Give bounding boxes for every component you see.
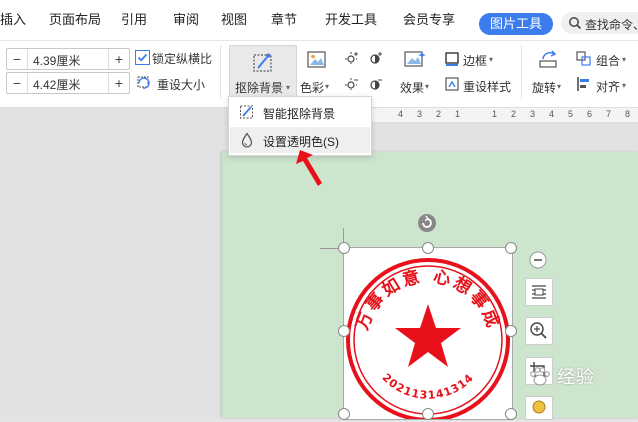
ribbon-separator xyxy=(220,45,221,99)
menu-item-smart-remove-background[interactable]: 智能抠除背景 xyxy=(230,99,370,125)
height-spinner[interactable]: − 4.42厘米 + xyxy=(6,72,130,94)
resize-handle-n[interactable] xyxy=(422,242,434,254)
chevron-down-icon: ▾ xyxy=(622,55,627,64)
reset-size-label[interactable]: 重设大小 xyxy=(157,76,205,93)
search-icon xyxy=(569,17,582,30)
reset-style-icon[interactable] xyxy=(444,76,460,92)
resize-handle-se[interactable] xyxy=(505,408,517,420)
remove-background-icon xyxy=(253,53,272,72)
reset-style-label[interactable]: 重设样式 xyxy=(463,78,511,95)
ruler-mark: 3 xyxy=(530,109,536,119)
group-icon[interactable] xyxy=(576,51,592,67)
ruler-mark: 6 xyxy=(587,109,593,119)
seal-star xyxy=(395,304,461,367)
chevron-down-icon: ▾ xyxy=(325,82,330,91)
baidu-paw-icon xyxy=(530,367,550,386)
layout-options-button[interactable] xyxy=(525,278,553,306)
collapse-toolbar-icon[interactable] xyxy=(529,251,547,269)
lock-ratio-label[interactable]: 锁定纵横比 xyxy=(152,50,212,67)
resize-handle-ne[interactable] xyxy=(505,242,517,254)
ruler-mark: 2 xyxy=(436,109,442,119)
resize-handle-w[interactable] xyxy=(338,325,350,337)
ruler-mark: 3 xyxy=(417,109,423,119)
image-ideas-button[interactable] xyxy=(525,396,553,420)
ruler-mark: 1 xyxy=(492,109,498,119)
chevron-down-icon: ▾ xyxy=(425,82,430,91)
rotate-label[interactable]: 旋转 xyxy=(532,79,556,96)
border-label[interactable]: 边框 xyxy=(463,52,487,69)
ruler-mark: 8 xyxy=(625,109,631,119)
menu-tab-bar: 插入 页面布局 引用 审阅 视图 章节 开发工具 会员专享 图片工具 查找命令、 xyxy=(0,0,638,41)
align-icon[interactable] xyxy=(576,76,592,92)
color-icon[interactable] xyxy=(306,49,328,71)
ribbon-separator xyxy=(521,45,522,99)
remove-background-button[interactable]: 抠除背景 ▾ xyxy=(229,45,297,102)
watermark: 经验 xyxy=(529,363,595,389)
width-decrease-button[interactable]: − xyxy=(7,49,28,69)
height-value[interactable]: 4.42厘米 xyxy=(33,76,80,93)
resize-handle-nw[interactable] xyxy=(338,242,350,254)
water-drop-icon xyxy=(241,132,253,148)
ruler-mark: 1 xyxy=(455,109,461,119)
checkmark-icon xyxy=(137,53,148,62)
effects-label[interactable]: 效果 xyxy=(400,79,424,96)
border-icon[interactable] xyxy=(444,51,460,67)
text-wrap-icon xyxy=(532,285,546,299)
chevron-down-icon: ▾ xyxy=(286,83,291,92)
resize-handle-e[interactable] xyxy=(505,325,517,337)
reset-size-icon[interactable] xyxy=(136,75,152,91)
tab-view[interactable]: 视图 xyxy=(221,9,247,28)
resize-handle-s[interactable] xyxy=(422,408,434,420)
tab-insert[interactable]: 插入 xyxy=(0,9,26,28)
effects-icon[interactable] xyxy=(403,49,427,71)
command-search[interactable]: 查找命令、 xyxy=(561,12,638,34)
brightness-up-icon[interactable] xyxy=(344,50,360,66)
tab-references[interactable]: 引用 xyxy=(121,9,147,28)
resize-handle-sw[interactable] xyxy=(338,408,350,420)
seal-image: 万事如意 心想事成 202113141314 xyxy=(346,258,510,422)
tab-developer[interactable]: 开发工具 xyxy=(325,9,377,28)
zoom-in-icon xyxy=(530,322,547,339)
height-decrease-button[interactable]: − xyxy=(7,73,28,93)
rotate-icon[interactable] xyxy=(537,49,559,71)
selected-image[interactable]: 万事如意 心想事成 202113141314 xyxy=(343,247,513,422)
ruler-mark: 7 xyxy=(606,109,612,119)
rotate-handle-icon[interactable] xyxy=(417,213,437,233)
ruler-mark: 4 xyxy=(398,109,404,119)
zoom-image-button[interactable] xyxy=(525,317,553,345)
tab-review[interactable]: 审阅 xyxy=(173,9,199,28)
chevron-down-icon: ▾ xyxy=(489,55,494,64)
width-increase-button[interactable]: + xyxy=(108,49,129,69)
color-label[interactable]: 色彩 xyxy=(300,79,324,96)
chevron-down-icon: ▾ xyxy=(622,81,627,90)
ruler-mark: 4 xyxy=(549,109,555,119)
group-label[interactable]: 组合 xyxy=(596,52,620,69)
height-increase-button[interactable]: + xyxy=(108,73,129,93)
tab-section[interactable]: 章节 xyxy=(271,9,297,28)
tab-picture-tools[interactable]: 图片工具 xyxy=(479,13,553,35)
lightbulb-icon xyxy=(532,400,546,414)
ruler-mark: 2 xyxy=(511,109,517,119)
smart-remove-icon xyxy=(240,105,253,119)
chevron-down-icon: ▾ xyxy=(557,82,562,91)
contrast-up-icon[interactable] xyxy=(368,50,384,66)
contrast-down-icon[interactable] xyxy=(368,76,384,92)
width-value[interactable]: 4.39厘米 xyxy=(33,52,80,69)
annotation-arrow xyxy=(296,150,322,186)
menu-item-label: 智能抠除背景 xyxy=(263,107,336,121)
tab-member[interactable]: 会员专享 xyxy=(403,9,455,28)
align-label[interactable]: 对齐 xyxy=(596,78,620,95)
brightness-down-icon[interactable] xyxy=(344,76,360,92)
tab-page-layout[interactable]: 页面布局 xyxy=(49,9,101,28)
seal-bottom-text: 202113141314 xyxy=(380,371,477,402)
remove-background-label: 抠除背景 xyxy=(235,81,284,95)
ruler-mark: 5 xyxy=(568,109,574,119)
width-spinner[interactable]: − 4.39厘米 + xyxy=(6,48,130,70)
watermark-text: 经验 xyxy=(557,367,596,387)
lock-ratio-checkbox[interactable] xyxy=(135,50,150,65)
search-label: 查找命令、 xyxy=(585,18,638,32)
